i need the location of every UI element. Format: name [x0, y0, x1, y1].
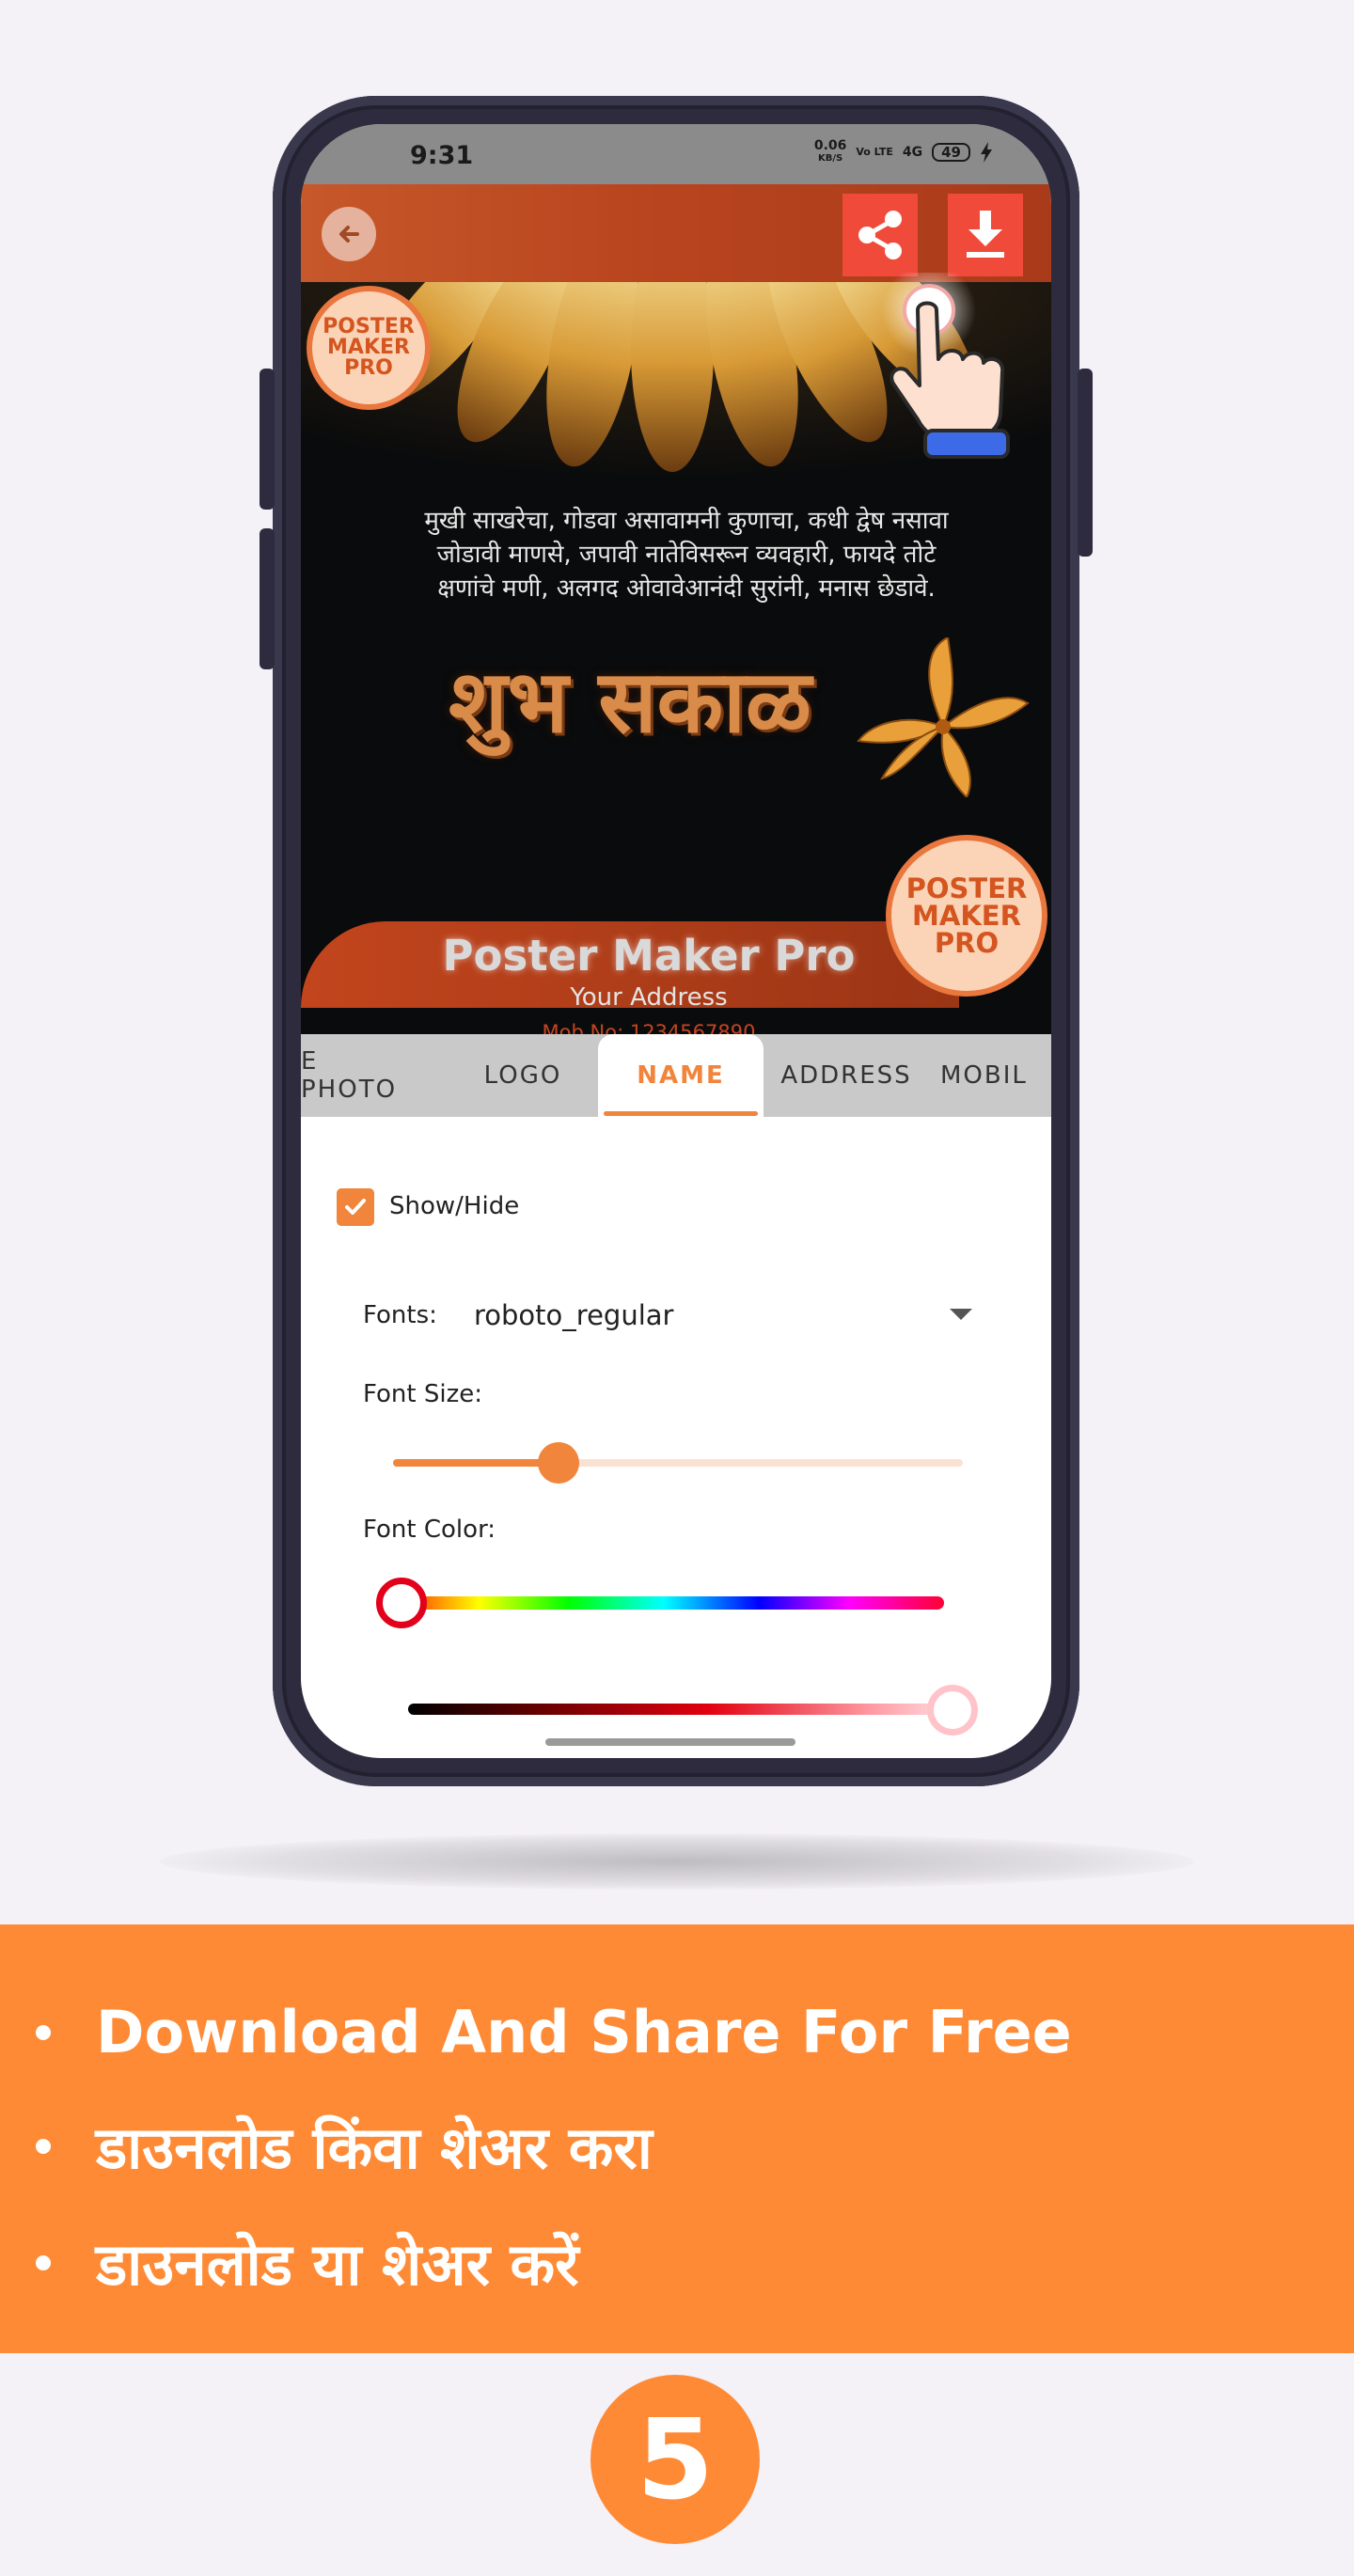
font-size-slider-thumb[interactable] [537, 1442, 579, 1484]
status-time: 9:31 [410, 141, 474, 170]
show-hide-checkbox[interactable] [337, 1188, 374, 1226]
fonts-label: Fonts: [363, 1301, 437, 1329]
bullet-icon [36, 2024, 51, 2040]
font-size-slider[interactable] [393, 1442, 963, 1484]
volume-down-button [260, 528, 275, 669]
shade-slider[interactable] [408, 1704, 953, 1715]
poster-greeting: शुभ सकाळ [449, 651, 811, 752]
active-tab-indicator [604, 1111, 758, 1116]
tab-photo[interactable]: E PHOTO [301, 1034, 395, 1117]
font-color-label: Font Color: [363, 1516, 496, 1544]
download-button[interactable] [948, 194, 1023, 276]
power-button [1078, 369, 1093, 557]
phone-shadow [160, 1833, 1194, 1890]
back-button[interactable] [322, 207, 376, 261]
poster-poem: मुखी साखरेचा, गोडवा असावामनी कुणाचा, कधी… [424, 507, 949, 603]
volte-indicator: Vo LTE [856, 146, 893, 158]
tab-address[interactable]: ADDRESS [771, 1034, 921, 1117]
dropdown-arrow-icon[interactable] [950, 1309, 972, 1320]
tab-name[interactable]: NAME [598, 1034, 764, 1117]
editor-toolbar [301, 184, 1051, 282]
step-number-badge: 5 [590, 2375, 760, 2544]
bullet-icon [36, 2255, 51, 2270]
lily-flower-image [857, 637, 1030, 797]
poster-business-name[interactable]: Poster Maker Pro [367, 931, 931, 981]
font-size-label: Font Size: [363, 1380, 483, 1408]
tab-mobile[interactable]: MOBIL [940, 1034, 1051, 1117]
bullet-icon [36, 2139, 51, 2154]
charging-icon [981, 142, 992, 163]
poster-logo-small: POSTER MAKER PRO [307, 286, 431, 410]
arrow-left-icon [339, 226, 359, 243]
battery-icon: 49 [932, 143, 970, 162]
share-icon [858, 211, 902, 259]
editor-tabs: E PHOTO LOGO NAME ADDRESS MOBIL [301, 1034, 1051, 1117]
feature-item-hindi: डाउनलोड या शेअर करें [36, 2223, 579, 2302]
home-indicator[interactable] [545, 1738, 795, 1746]
poster-address[interactable]: Your Address [367, 983, 931, 1012]
feature-banner: Download And Share For Free डाउनलोड किंव… [0, 1924, 1354, 2353]
show-hide-label: Show/Hide [389, 1192, 520, 1220]
tab-logo[interactable]: LOGO [476, 1034, 570, 1117]
hue-slider-thumb[interactable] [376, 1578, 427, 1628]
font-select[interactable]: roboto_regular [474, 1299, 673, 1331]
hue-slider[interactable] [384, 1596, 944, 1610]
feature-item-marathi: डाउनलोड किंवा शेअर करा [36, 2107, 653, 2186]
status-icons: 0.06 KB/S Vo LTE 4G 49 [814, 139, 993, 165]
poster-logo-large[interactable]: POSTER MAKER PRO [886, 835, 1047, 997]
checkmark-icon [345, 1199, 366, 1215]
poster-mobile[interactable]: Mob No: 1234567890 [367, 1021, 931, 1034]
tap-hand-icon [882, 273, 1010, 459]
download-icon [967, 211, 1004, 258]
signal-icon: 4G [902, 145, 923, 160]
shade-slider-thumb[interactable] [927, 1685, 978, 1736]
share-button[interactable] [842, 194, 918, 276]
network-speed: 0.06 KB/S [813, 138, 847, 164]
feature-item-download-share: Download And Share For Free [36, 1998, 1072, 2066]
name-settings-panel: Show/Hide Fonts: roboto_regular Font Siz… [301, 1117, 1051, 1758]
font-size-slider-fill [393, 1459, 559, 1467]
status-bar: 9:31 0.06 KB/S Vo LTE 4G 49 [301, 124, 1051, 184]
volume-up-button [260, 369, 275, 510]
